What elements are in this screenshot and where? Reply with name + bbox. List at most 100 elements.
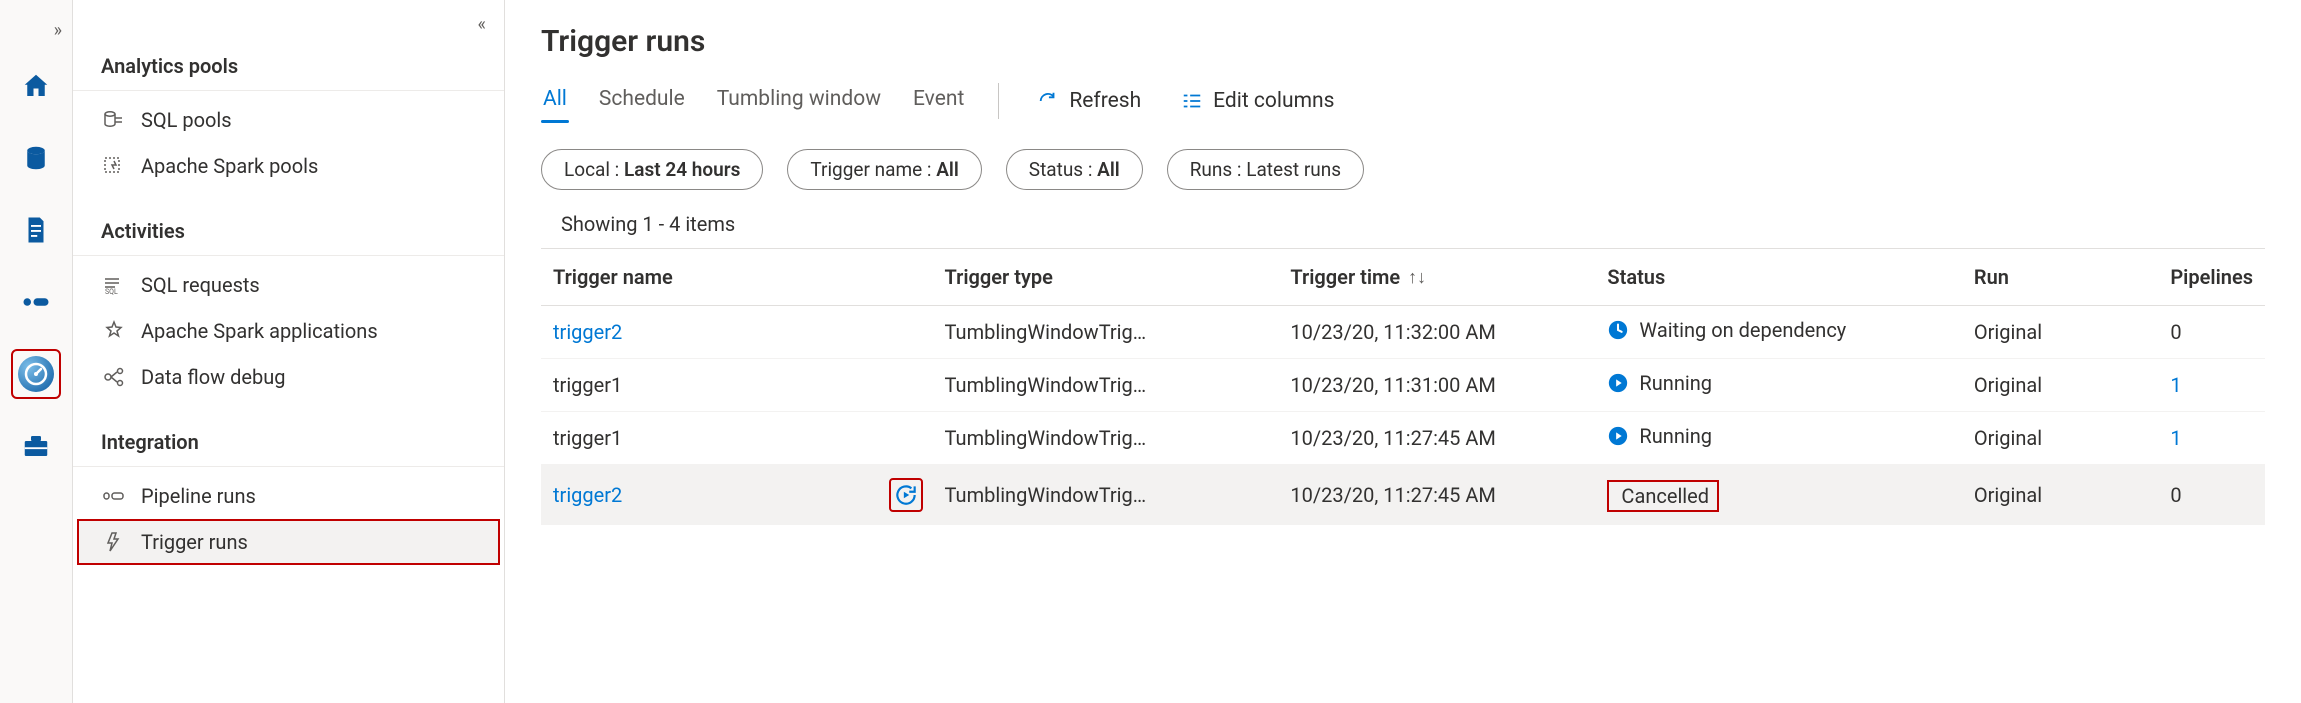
cell-trigger-time: 10/23/20, 11:27:45 AM	[1278, 412, 1595, 465]
status-text: Cancelled	[1621, 484, 1709, 508]
edit-columns-label: Edit columns	[1213, 89, 1334, 113]
icon-rail: »	[0, 0, 73, 703]
tab-all[interactable]: All	[541, 81, 569, 121]
sidebar-item-spark-applications[interactable]: Apache Spark applications	[73, 308, 504, 354]
rail-item-develop[interactable]	[13, 207, 59, 253]
table-row[interactable]: trigger2TumblingWindowTrig…10/23/20, 11:…	[541, 306, 2265, 359]
sidebar-item-sql-pools[interactable]: SQL pools	[73, 97, 504, 143]
cell-run: Original	[1962, 306, 2158, 359]
gauge-icon	[18, 356, 54, 392]
filter-prefix: Local :	[564, 158, 624, 181]
document-icon	[21, 215, 51, 245]
trigger-runs-table: Trigger name Trigger type Trigger time ↑…	[541, 248, 2265, 525]
filter-time[interactable]: Local : Last 24 hours	[541, 149, 763, 190]
sidebar-item-label: Data flow debug	[141, 365, 286, 389]
results-count: Showing 1 - 4 items	[541, 208, 2265, 248]
tab-tumbling-window[interactable]: Tumbling window	[715, 81, 883, 121]
tabs-row: All Schedule Tumbling window Event Refre…	[541, 81, 2265, 121]
sidebar-item-label: Apache Spark applications	[141, 319, 378, 343]
svg-text:SQL: SQL	[105, 288, 118, 296]
cell-run: Original	[1962, 412, 2158, 465]
trigger-runs-icon	[101, 529, 127, 555]
trigger-name-text[interactable]: trigger2	[553, 320, 622, 344]
sidebar-item-label: SQL pools	[141, 108, 232, 132]
rail-expand-toggle[interactable]: »	[54, 10, 72, 59]
refresh-button[interactable]: Refresh	[1031, 85, 1147, 117]
col-pipelines[interactable]: Pipelines	[2158, 249, 2265, 306]
rail-item-integrate[interactable]	[13, 279, 59, 325]
table-row[interactable]: trigger2 TumblingWindowTrig…10/23/20, 11:…	[541, 465, 2265, 525]
filter-runs[interactable]: Runs : Latest runs	[1167, 149, 1364, 190]
toolbox-icon	[21, 431, 51, 461]
waiting-status-icon	[1607, 319, 1629, 341]
filter-value: Latest runs	[1246, 158, 1341, 181]
pipeline-icon	[21, 287, 51, 317]
pipelines-count[interactable]: 1	[2170, 373, 2181, 397]
pipeline-runs-icon	[101, 483, 127, 509]
col-trigger-time[interactable]: Trigger time ↑↓	[1278, 249, 1595, 306]
cell-trigger-name: trigger1	[541, 412, 933, 465]
cell-pipelines: 0	[2158, 465, 2265, 525]
cell-status: Running	[1595, 359, 1961, 412]
col-trigger-name[interactable]: Trigger name	[541, 249, 933, 306]
rail-item-home[interactable]	[13, 63, 59, 109]
cell-status: Running	[1595, 412, 1961, 465]
cell-trigger-time: 10/23/20, 11:31:00 AM	[1278, 359, 1595, 412]
refresh-icon	[1037, 90, 1059, 112]
cell-trigger-name: trigger2	[541, 465, 933, 525]
sidebar-item-label: Trigger runs	[141, 530, 248, 554]
toolbar-divider	[998, 83, 999, 119]
sidebar-item-sql-requests[interactable]: SQL SQL requests	[73, 262, 504, 308]
running-status-icon	[1607, 425, 1629, 447]
cell-pipelines: 0	[2158, 306, 2265, 359]
sidebar-item-dataflow-debug[interactable]: Data flow debug	[73, 354, 504, 400]
edit-columns-icon	[1181, 90, 1203, 112]
sidebar-group-analytics-pools: Analytics pools SQL pools Apache Spark p…	[73, 0, 504, 197]
tab-schedule[interactable]: Schedule	[597, 81, 687, 121]
rail-item-data[interactable]	[13, 135, 59, 181]
sidebar-group-activities: Activities SQL SQL requests Apache Spark…	[73, 197, 504, 408]
tab-event[interactable]: Event	[911, 81, 966, 121]
sidebar-item-label: Pipeline runs	[141, 484, 256, 508]
col-trigger-type[interactable]: Trigger type	[933, 249, 1279, 306]
filter-value: All	[1097, 158, 1120, 181]
cell-run: Original	[1962, 359, 2158, 412]
cell-trigger-type: TumblingWindowTrig…	[933, 412, 1279, 465]
sidebar-item-spark-pools[interactable]: Apache Spark pools	[73, 143, 504, 189]
table-header-row: Trigger name Trigger type Trigger time ↑…	[541, 249, 2265, 306]
cell-status: Cancelled	[1595, 465, 1961, 525]
rail-item-monitor[interactable]	[13, 351, 59, 397]
pipelines-count[interactable]: 1	[2170, 426, 2181, 450]
trigger-name-text[interactable]: trigger2	[553, 483, 622, 507]
status-text: Running	[1639, 371, 1712, 395]
filter-row: Local : Last 24 hours Trigger name : All…	[541, 149, 2265, 190]
trigger-name-text: trigger1	[553, 373, 622, 397]
trigger-name-text: trigger1	[553, 426, 622, 450]
filter-value: Last 24 hours	[624, 158, 740, 181]
rail-item-manage[interactable]	[13, 423, 59, 469]
filter-value: All	[936, 158, 959, 181]
sidebar: « Analytics pools SQL pools Apache Spark…	[73, 0, 505, 703]
col-trigger-time-label: Trigger time	[1290, 265, 1400, 289]
cell-trigger-time: 10/23/20, 11:27:45 AM	[1278, 465, 1595, 525]
cell-trigger-name: trigger1	[541, 359, 933, 412]
rerun-button[interactable]	[891, 480, 921, 510]
sidebar-group-integration: Integration Pipeline runs Trigger runs	[73, 408, 504, 573]
cell-status: Waiting on dependency	[1595, 306, 1961, 359]
cell-trigger-type: TumblingWindowTrig…	[933, 359, 1279, 412]
pipelines-count: 0	[2170, 483, 2181, 507]
sidebar-item-pipeline-runs[interactable]: Pipeline runs	[73, 473, 504, 519]
sidebar-item-trigger-runs[interactable]: Trigger runs	[77, 519, 500, 565]
sidebar-item-label: SQL requests	[141, 273, 260, 297]
filter-trigger-name[interactable]: Trigger name : All	[787, 149, 981, 190]
cell-trigger-type: TumblingWindowTrig…	[933, 465, 1279, 525]
edit-columns-button[interactable]: Edit columns	[1175, 85, 1340, 117]
col-status[interactable]: Status	[1595, 249, 1961, 306]
table-row[interactable]: trigger1 TumblingWindowTrig…10/23/20, 11:…	[541, 412, 2265, 465]
main-content: Trigger runs All Schedule Tumbling windo…	[505, 0, 2301, 703]
col-run[interactable]: Run	[1962, 249, 2158, 306]
filter-prefix: Runs :	[1190, 158, 1247, 181]
filter-status[interactable]: Status : All	[1006, 149, 1143, 190]
sidebar-collapse-toggle[interactable]: «	[478, 14, 486, 35]
table-row[interactable]: trigger1 TumblingWindowTrig…10/23/20, 11:…	[541, 359, 2265, 412]
